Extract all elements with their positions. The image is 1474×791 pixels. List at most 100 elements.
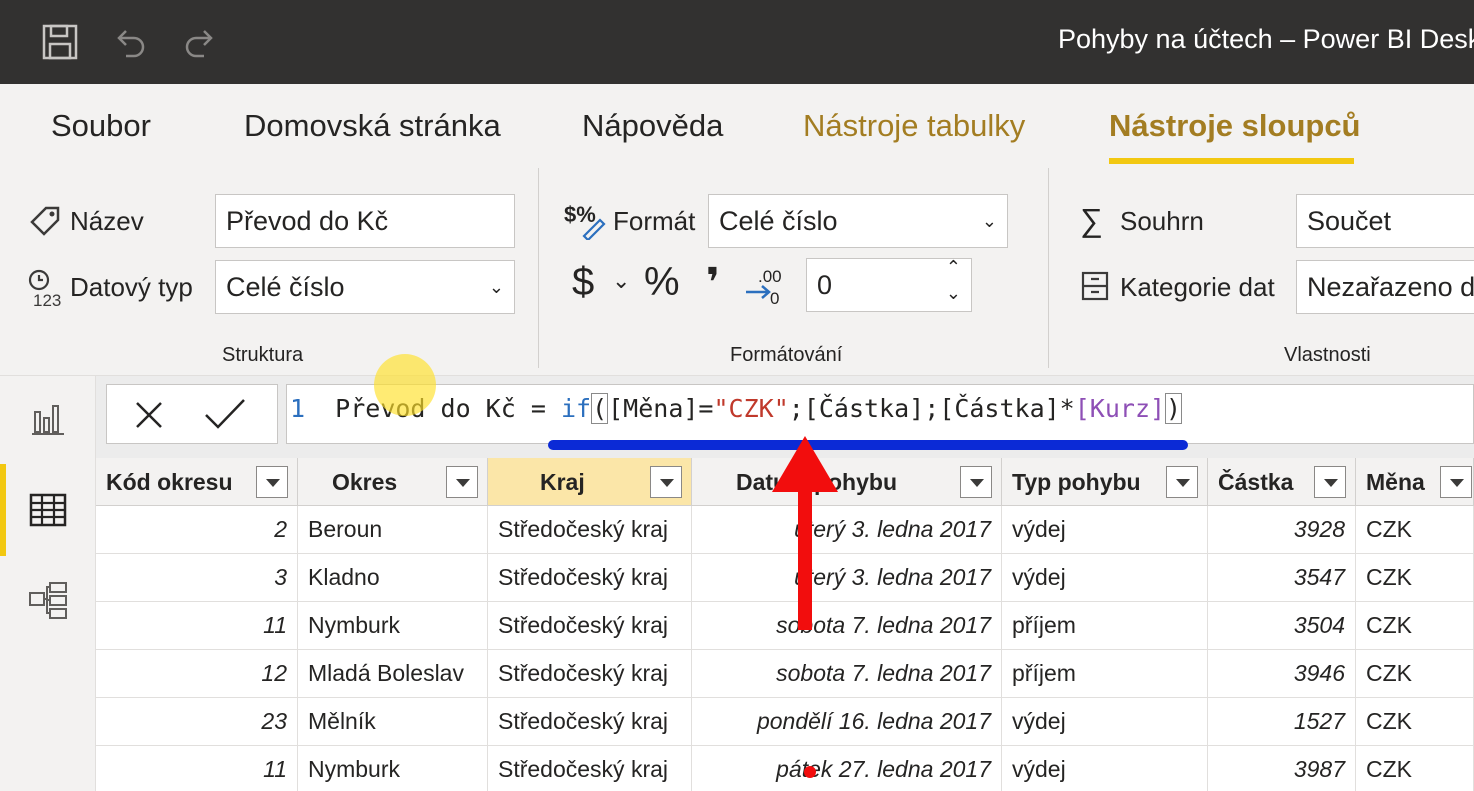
data-category-select[interactable]: Nezařazeno d <box>1296 260 1474 314</box>
table-row[interactable]: 12 Mladá Boleslav Středočeský kraj sobot… <box>96 650 1474 698</box>
tab-home[interactable]: Domovská stránka <box>244 108 501 144</box>
column-header-mena[interactable]: Měna <box>1356 458 1474 506</box>
cell-okres: Nymburk <box>298 746 488 791</box>
column-header-label: Měna <box>1366 469 1425 495</box>
formula-branches: ;[Částka];[Částka]* <box>788 394 1075 423</box>
chevron-down-icon: ⌄ <box>488 277 504 297</box>
commit-formula-icon[interactable] <box>203 397 247 433</box>
currency-dropdown-icon[interactable]: ⌄ <box>612 268 630 294</box>
table-row[interactable]: 23 Mělník Středočeský kraj pondělí 16. l… <box>96 698 1474 746</box>
formula-open-paren: ( <box>591 393 609 424</box>
cell-kod-okresu: 23 <box>96 698 298 745</box>
format-value: Celé číslo <box>719 206 838 236</box>
spinner-up-icon[interactable]: ⌃ <box>946 259 961 281</box>
filter-dropdown-icon[interactable] <box>960 466 992 498</box>
datatype-select[interactable]: Celé číslo ⌄ <box>215 260 515 314</box>
column-header-kraj[interactable]: Kraj <box>488 458 692 506</box>
cell-castka: 3928 <box>1208 506 1356 553</box>
group-label-formatting: Formátování <box>730 344 843 366</box>
cell-typ-pohybu: příjem <box>1002 650 1208 697</box>
filter-dropdown-icon[interactable] <box>256 466 288 498</box>
left-nav <box>0 376 96 791</box>
name-label: Název <box>70 206 144 236</box>
cell-datum-pohybu: sobota 7. ledna 2017 <box>692 602 1002 649</box>
data-view-icon[interactable] <box>26 488 70 532</box>
table-row[interactable]: 11 Nymburk Středočeský kraj pátek 27. le… <box>96 746 1474 791</box>
formula-line-number: 1 <box>290 394 306 423</box>
cell-kod-okresu: 11 <box>96 746 298 791</box>
spinner-down-icon[interactable]: ⌄ <box>946 279 961 307</box>
cell-kod-okresu: 2 <box>96 506 298 553</box>
column-header-typ-pohybu[interactable]: Typ pohybu <box>1002 458 1208 506</box>
table-row[interactable]: 2 Beroun Středočeský kraj úterý 3. ledna… <box>96 506 1474 554</box>
summary-label: Souhrn <box>1120 206 1204 236</box>
group-divider <box>1048 168 1049 368</box>
decimal-places-icon[interactable]: .00 0 <box>744 264 786 313</box>
cell-kraj: Středočeský kraj <box>488 554 692 601</box>
tab-file[interactable]: Soubor <box>51 108 151 144</box>
tab-table-tools[interactable]: Nástroje tabulky <box>803 108 1025 144</box>
cell-datum-pohybu: úterý 3. ledna 2017 <box>692 554 1002 601</box>
column-header-datum-pohybu[interactable]: Datum pohybu <box>692 458 1002 506</box>
cell-typ-pohybu: výdej <box>1002 506 1208 553</box>
filter-dropdown-icon[interactable] <box>446 466 478 498</box>
ribbon-tabs: Soubor Domovská stránka Nápověda Nástroj… <box>0 84 1474 164</box>
cell-okres: Mladá Boleslav <box>298 650 488 697</box>
active-view-indicator <box>0 464 6 556</box>
cell-datum-pohybu: sobota 7. ledna 2017 <box>692 650 1002 697</box>
column-header-castka[interactable]: Částka <box>1208 458 1356 506</box>
cell-typ-pohybu: výdej <box>1002 698 1208 745</box>
save-icon[interactable] <box>40 22 80 62</box>
group-label-structure: Struktura <box>222 344 304 366</box>
report-view-icon[interactable] <box>26 396 70 440</box>
column-header-label: Kód okresu <box>106 469 233 495</box>
filter-dropdown-icon[interactable] <box>1314 466 1346 498</box>
cell-castka: 1527 <box>1208 698 1356 745</box>
cell-castka: 3504 <box>1208 602 1356 649</box>
filter-dropdown-icon[interactable] <box>1166 466 1198 498</box>
cell-okres: Kladno <box>298 554 488 601</box>
cell-mena: CZK <box>1356 506 1474 553</box>
cursor-highlight <box>374 354 436 416</box>
model-view-icon[interactable] <box>26 578 70 622</box>
tab-help[interactable]: Nápověda <box>582 108 723 144</box>
summary-select[interactable]: Součet <box>1296 194 1474 248</box>
formula-close-paren: ) <box>1165 393 1183 424</box>
table-row[interactable]: 11 Nymburk Středočeský kraj sobota 7. le… <box>96 602 1474 650</box>
column-header-kod-okresu[interactable]: Kód okresu <box>96 458 298 506</box>
datatype-value: Celé číslo <box>226 272 345 302</box>
svg-text:.00: .00 <box>758 267 782 286</box>
cell-mena: CZK <box>1356 650 1474 697</box>
column-header-label: Typ pohybu <box>1012 469 1141 495</box>
decimal-places-field[interactable]: 0 ⌃ ⌄ <box>806 258 972 312</box>
cell-typ-pohybu: příjem <box>1002 602 1208 649</box>
cell-okres: Mělník <box>298 698 488 745</box>
cell-kraj: Středočeský kraj <box>488 746 692 791</box>
column-header-label: Částka <box>1218 469 1294 495</box>
comma-style-button[interactable]: ❜ <box>706 260 720 306</box>
filter-dropdown-icon[interactable] <box>650 466 682 498</box>
redo-icon[interactable] <box>180 22 220 62</box>
cell-typ-pohybu: výdej <box>1002 554 1208 601</box>
tab-column-tools[interactable]: Nástroje sloupců <box>1109 108 1361 144</box>
column-header-label: Okres <box>332 469 398 495</box>
chevron-down-icon: ⌄ <box>981 211 997 231</box>
name-field[interactable]: Převod do Kč <box>215 194 515 248</box>
filter-dropdown-icon[interactable] <box>1440 466 1472 498</box>
table-row[interactable]: 3 Kladno Středočeský kraj úterý 3. ledna… <box>96 554 1474 602</box>
undo-icon[interactable] <box>110 22 150 62</box>
formula-condition: [Měna]= <box>608 394 714 423</box>
cell-kod-okresu: 3 <box>96 554 298 601</box>
cell-okres: Beroun <box>298 506 488 553</box>
formula-string: "CZK" <box>713 394 789 423</box>
cancel-formula-icon[interactable] <box>133 399 165 431</box>
percent-button[interactable]: % <box>644 260 680 305</box>
format-select[interactable]: Celé číslo ⌄ <box>708 194 1008 248</box>
red-arrow-shaft <box>798 470 812 630</box>
red-arrow-head-icon <box>772 436 838 492</box>
currency-button[interactable]: $ <box>572 260 594 305</box>
formula-function: if <box>560 394 592 423</box>
formula-measure: [Kurz] <box>1074 394 1166 423</box>
column-header-okres[interactable]: Okres <box>298 458 488 506</box>
cell-castka: 3946 <box>1208 650 1356 697</box>
